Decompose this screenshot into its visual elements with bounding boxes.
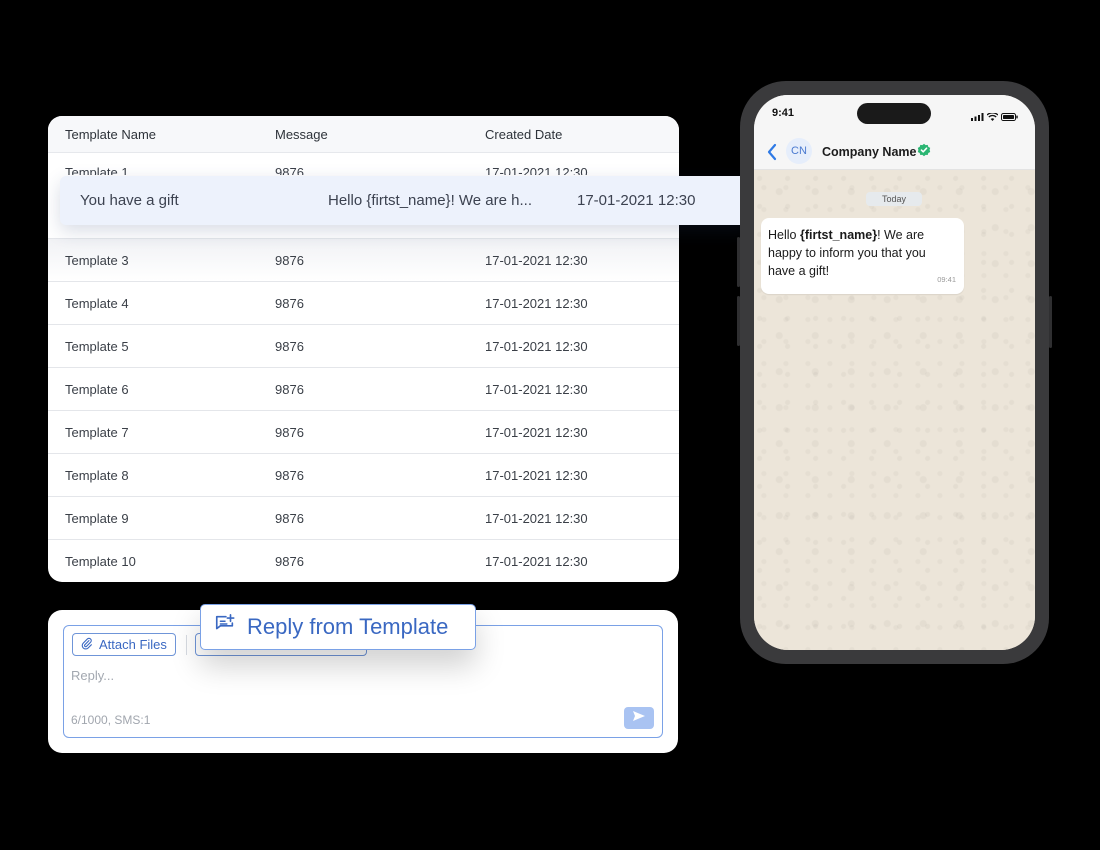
back-arrow-icon[interactable] — [766, 142, 778, 167]
cell-created-date: 17-01-2021 12:30 — [485, 553, 588, 569]
cell-message: 9876 — [275, 295, 304, 311]
table-row[interactable]: Template 8 9876 17-01-2021 12:30 — [48, 453, 679, 496]
cell-message: 9876 — [275, 424, 304, 440]
cell-template-name: Template 1 — [65, 165, 129, 175]
phone-volume-up — [737, 237, 740, 287]
message-text-start: Hello — [768, 228, 800, 242]
cell-created-date: 17-01-2021 12:30 — [485, 252, 588, 268]
date-separator: Today — [866, 192, 922, 206]
cell-message: 9876 — [275, 338, 304, 354]
selected-template-row[interactable]: You have a gift Hello {firtst_name}! We … — [60, 176, 749, 225]
status-bar: 9:41 — [754, 95, 1035, 135]
send-icon — [632, 709, 646, 727]
chat-header: CN Company Name — [754, 135, 1035, 170]
table-row[interactable]: Template 9 9876 17-01-2021 12:30 — [48, 496, 679, 539]
cell-template-name: Template 4 — [65, 295, 129, 311]
table-row[interactable]: Template 3 9876 17-01-2021 12:30 — [48, 238, 679, 281]
cell-created-date: 17-01-2021 12:30 — [485, 424, 588, 440]
cell-message: 9876 — [275, 510, 304, 526]
company-name[interactable]: Company Name — [822, 145, 916, 159]
status-icons — [971, 108, 1018, 126]
table-row[interactable]: Template 10 9876 17-01-2021 12:30 — [48, 539, 679, 582]
paperclip-icon — [80, 637, 93, 653]
cell-template-name: Template 3 — [65, 252, 129, 268]
cell-template-name: Template 10 — [65, 553, 136, 569]
cell-created-date: 17-01-2021 12:30 — [485, 295, 588, 311]
cell-created-date: 17-01-2021 12:30 — [485, 467, 588, 483]
message-time: 09:41 — [937, 275, 956, 284]
reply-from-template-button[interactable]: Reply from Template — [200, 604, 476, 650]
cell-message: 9876 — [275, 381, 304, 397]
cell-message: 9876 — [275, 553, 304, 569]
status-time: 9:41 — [772, 107, 795, 119]
phone-power-button — [1049, 296, 1052, 348]
selected-template-message: Hello {firtst_name}! We are h... — [328, 192, 532, 209]
cell-created-date: 17-01-2021 12:30 — [485, 381, 588, 397]
battery-icon — [1001, 108, 1018, 126]
attach-files-button[interactable]: Attach Files — [72, 633, 176, 656]
wifi-icon — [986, 108, 999, 126]
toolbar-divider — [186, 635, 187, 655]
phone-mockup: 9:41 CN Company Name Today Hello {firtst… — [737, 81, 1052, 664]
signal-icon — [971, 108, 984, 126]
character-counter: 6/1000, SMS:1 — [71, 713, 151, 727]
reply-from-template-label: Reply from Template — [247, 614, 449, 639]
cell-created-date: 17-01-2021 12:30 — [485, 165, 588, 175]
cell-template-name: Template 9 — [65, 510, 129, 526]
send-button[interactable] — [624, 707, 654, 729]
table-row[interactable]: Template 1 9876 17-01-2021 12:30 — [48, 153, 679, 175]
message-variable: {firtst_name} — [799, 228, 878, 242]
cell-message: 9876 — [275, 165, 304, 175]
cell-message: 9876 — [275, 467, 304, 483]
cell-created-date: 17-01-2021 12:30 — [485, 510, 588, 526]
phone-volume-down — [737, 296, 740, 346]
header-message[interactable]: Message — [275, 127, 328, 142]
table-row[interactable]: Template 7 9876 17-01-2021 12:30 — [48, 410, 679, 453]
cell-template-name: Template 5 — [65, 338, 129, 354]
verified-badge-icon — [917, 143, 931, 162]
company-avatar[interactable]: CN — [786, 138, 812, 164]
selected-template-name: You have a gift — [80, 192, 179, 209]
dynamic-island — [857, 103, 931, 124]
cell-message: 9876 — [275, 252, 304, 268]
table-row[interactable]: Template 5 9876 17-01-2021 12:30 — [48, 324, 679, 367]
cell-created-date: 17-01-2021 12:30 — [485, 338, 588, 354]
table-row[interactable]: Template 6 9876 17-01-2021 12:30 — [48, 367, 679, 410]
cell-template-name: Template 6 — [65, 381, 129, 397]
selected-template-date: 17-01-2021 12:30 — [577, 192, 696, 209]
template-message-icon — [214, 613, 236, 641]
phone-screen: 9:41 CN Company Name Today Hello {firtst… — [754, 95, 1035, 650]
table-row[interactable]: Template 4 9876 17-01-2021 12:30 — [48, 281, 679, 324]
chat-area: Today Hello {firtst_name}! We are happy … — [754, 170, 1035, 650]
attach-files-label: Attach Files — [99, 637, 167, 652]
table-header: Template Name Message Created Date — [48, 116, 679, 153]
header-template-name[interactable]: Template Name — [65, 127, 156, 142]
cell-template-name: Template 8 — [65, 467, 129, 483]
header-created-date[interactable]: Created Date — [485, 127, 562, 142]
cell-template-name: Template 7 — [65, 424, 129, 440]
message-bubble[interactable]: Hello {firtst_name}! We are happy to inf… — [761, 218, 964, 294]
reply-input[interactable] — [71, 665, 591, 685]
